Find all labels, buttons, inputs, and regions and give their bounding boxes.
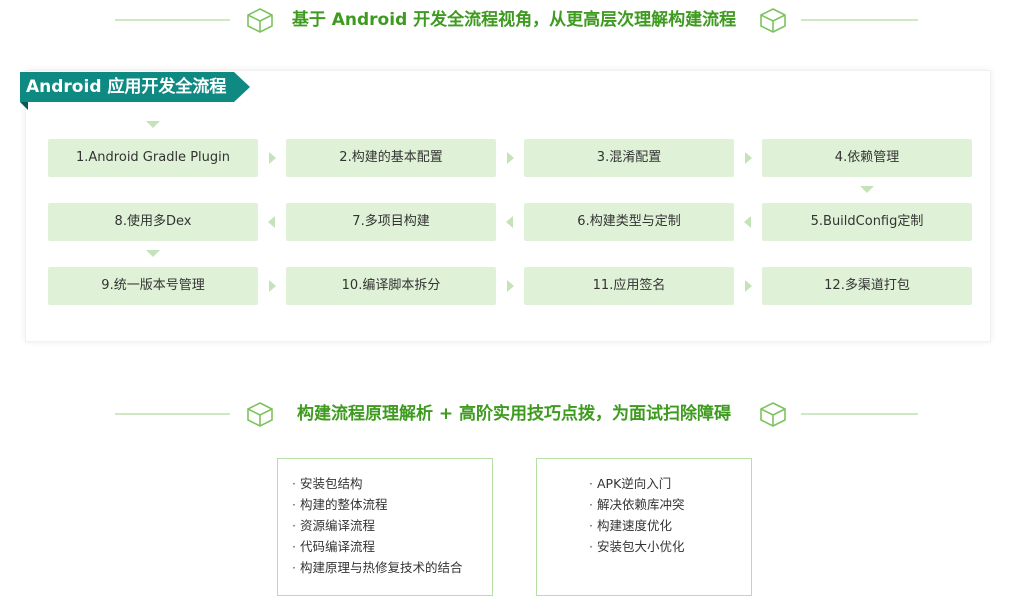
bullet: · bbox=[292, 539, 296, 554]
tips-list-left: · 安装包结构 · 构建的整体流程 · 资源编译流程 · 代码编译流程 · 构建原理与热修… bbox=[292, 473, 463, 578]
flow-step-6: 6.构建类型与定制 bbox=[524, 203, 734, 241]
bullet: · bbox=[292, 518, 296, 533]
top-section-heading: 基于 Android 开发全流程视角，从更高层次理解构建流程 bbox=[0, 2, 1028, 38]
flow-step-10: 10.编译脚本拆分 bbox=[286, 267, 496, 305]
arrow-right-icon bbox=[507, 152, 514, 164]
list-item: · 安装包大小优化 bbox=[589, 536, 685, 557]
bullet: · bbox=[589, 497, 593, 512]
list-item: · 资源编译流程 bbox=[292, 515, 463, 536]
flow-ribbon: Android 应用开发全流程 bbox=[20, 72, 252, 112]
arrow-right-icon bbox=[745, 280, 752, 292]
list-item: · 构建的整体流程 bbox=[292, 494, 463, 515]
flow-step-8: 8.使用多Dex bbox=[48, 203, 258, 241]
tips-list-right: · APK逆向入门 · 解决依赖库冲突 · 构建速度优化 · 安装包大小优化 bbox=[589, 473, 685, 557]
bullet: · bbox=[292, 497, 296, 512]
tip-text: APK逆向入门 bbox=[596, 476, 672, 491]
arrow-right-icon bbox=[507, 280, 514, 292]
tip-text: 资源编译流程 bbox=[299, 518, 375, 533]
bullet: · bbox=[292, 476, 296, 491]
second-section-heading: 构建流程原理解析 + 高阶实用技巧点拨，为面试扫除障碍 bbox=[0, 396, 1028, 432]
flow-step-12: 12.多渠道打包 bbox=[762, 267, 972, 305]
flow-step-4: 4.依赖管理 bbox=[762, 139, 972, 177]
arrow-left-icon bbox=[268, 216, 275, 228]
bullet: · bbox=[292, 560, 296, 575]
arrow-left-icon bbox=[744, 216, 751, 228]
tip-text: 安装包大小优化 bbox=[596, 539, 685, 554]
list-item: · 代码编译流程 bbox=[292, 536, 463, 557]
list-item: · 解决依赖库冲突 bbox=[589, 494, 685, 515]
tip-text: 构建的整体流程 bbox=[299, 497, 388, 512]
bullet: · bbox=[589, 539, 593, 554]
arrow-down-icon bbox=[146, 121, 160, 128]
list-item: · 构建原理与热修复技术的结合 bbox=[292, 557, 463, 578]
flow-step-11: 11.应用签名 bbox=[524, 267, 734, 305]
arrow-left-icon bbox=[506, 216, 513, 228]
bullet: · bbox=[589, 518, 593, 533]
tips-box-left: · 安装包结构 · 构建的整体流程 · 资源编译流程 · 代码编译流程 · 构建原理与热修… bbox=[277, 458, 493, 596]
heading-divider-right bbox=[801, 19, 918, 21]
flow-step-1: 1.Android Gradle Plugin bbox=[48, 139, 258, 177]
heading-divider-right bbox=[801, 413, 918, 415]
tip-text: 构建速度优化 bbox=[596, 518, 672, 533]
arrow-right-icon bbox=[269, 152, 276, 164]
flow-step-7: 7.多项目构建 bbox=[286, 203, 496, 241]
arrow-right-icon bbox=[269, 280, 276, 292]
arrow-down-icon bbox=[146, 250, 160, 257]
arrow-down-icon bbox=[860, 186, 874, 193]
tip-text: 安装包结构 bbox=[299, 476, 363, 491]
flow-step-2: 2.构建的基本配置 bbox=[286, 139, 496, 177]
list-item: · APK逆向入门 bbox=[589, 473, 685, 494]
tip-text: 解决依赖库冲突 bbox=[596, 497, 685, 512]
flow-step-5: 5.BuildConfig定制 bbox=[762, 203, 972, 241]
ribbon-title: Android 应用开发全流程 bbox=[26, 77, 227, 97]
tip-text: 构建原理与热修复技术的结合 bbox=[299, 560, 463, 575]
list-item: · 安装包结构 bbox=[292, 473, 463, 494]
list-item: · 构建速度优化 bbox=[589, 515, 685, 536]
arrow-right-icon bbox=[745, 152, 752, 164]
cube-icon bbox=[760, 402, 786, 427]
flow-step-3: 3.混淆配置 bbox=[524, 139, 734, 177]
bullet: · bbox=[589, 476, 593, 491]
tips-box-right: · APK逆向入门 · 解决依赖库冲突 · 构建速度优化 · 安装包大小优化 bbox=[536, 458, 752, 596]
cube-icon bbox=[760, 8, 786, 33]
tip-text: 代码编译流程 bbox=[299, 539, 375, 554]
flow-step-9: 9.统一版本号管理 bbox=[48, 267, 258, 305]
